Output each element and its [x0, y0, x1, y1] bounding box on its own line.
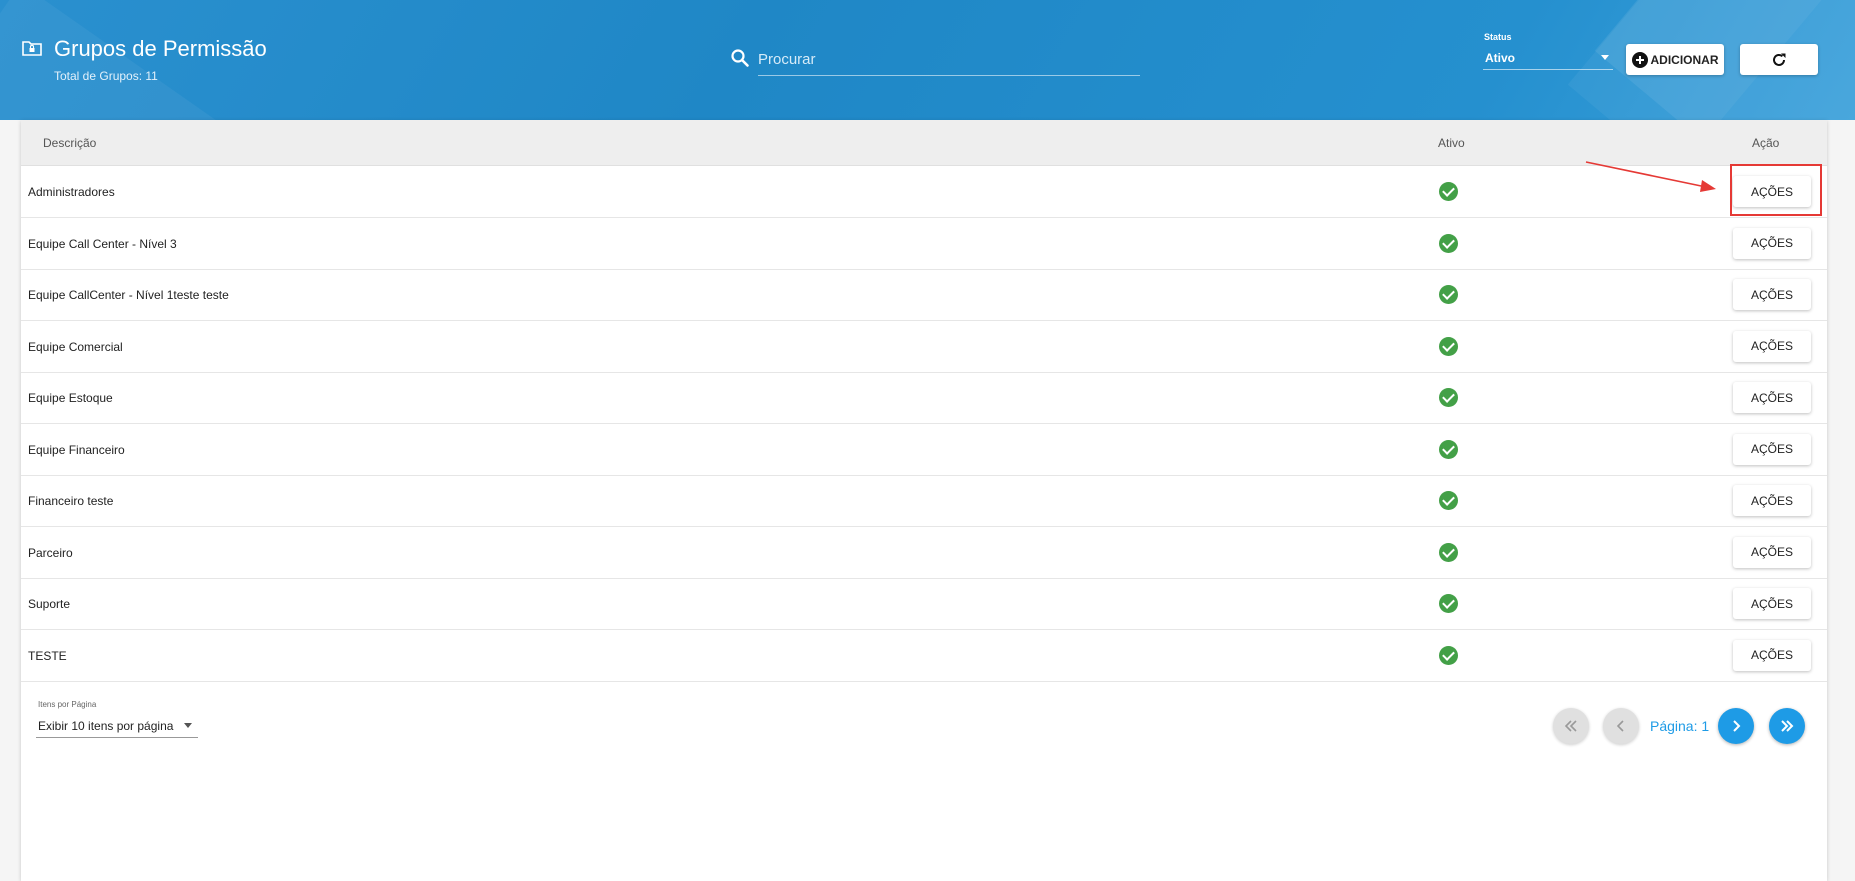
status-select[interactable]: Ativo — [1483, 46, 1613, 70]
table-row: Equipe CallCenter - Nível 1teste teste AÇ… — [21, 269, 1827, 321]
status-filter: Status Ativo — [1483, 32, 1613, 72]
double-chevron-left-icon — [1564, 720, 1577, 732]
previous-page-button[interactable] — [1603, 708, 1639, 744]
table-row: Equipe Financeiro AÇÕES — [21, 424, 1827, 476]
table-row: Equipe Estoque AÇÕES — [21, 372, 1827, 424]
active-check-icon — [1439, 233, 1458, 253]
actions-button[interactable]: AÇÕES — [1733, 433, 1811, 465]
group-description: Equipe Call Center - Nível 3 — [28, 236, 177, 251]
actions-button[interactable]: AÇÕES — [1733, 485, 1811, 516]
search-input[interactable] — [758, 44, 1140, 76]
active-check-icon — [1439, 594, 1458, 613]
column-header-acao: Ação — [1752, 136, 1780, 150]
table-row: Suporte AÇÕES — [21, 578, 1827, 630]
next-page-button[interactable] — [1718, 708, 1754, 744]
chevron-left-icon — [1616, 720, 1624, 732]
add-button-label: ADICIONAR — [1650, 52, 1719, 67]
add-button[interactable]: ADICIONAR — [1626, 44, 1724, 75]
items-per-page-label: Itens por Página — [38, 700, 97, 709]
items-per-page-value: Exibir 10 itens por página — [38, 719, 174, 733]
add-circle-icon — [1631, 51, 1648, 68]
page-subtitle: Total de Grupos: 11 — [54, 69, 158, 83]
group-description: Administradores — [28, 185, 115, 199]
active-check-icon — [1439, 388, 1458, 407]
group-description: Financeiro teste — [28, 494, 114, 508]
active-check-icon — [1439, 491, 1458, 510]
group-description: Equipe Comercial — [28, 339, 123, 354]
actions-button[interactable]: AÇÕES — [1733, 330, 1811, 362]
table-row: Equipe Call Center - Nível 3 AÇÕES — [21, 218, 1827, 270]
group-description: Suporte — [28, 597, 71, 611]
items-per-page-select[interactable]: Exibir 10 itens por página — [36, 712, 198, 738]
table-header: Descrição Ativo Ação — [21, 120, 1827, 166]
group-description: TESTE — [28, 648, 67, 663]
group-description: Parceiro — [28, 545, 73, 560]
active-check-icon — [1439, 439, 1458, 459]
column-header-ativo: Ativo — [1438, 136, 1465, 150]
annotation-highlight-box — [1730, 164, 1822, 216]
status-value: Ativo — [1485, 51, 1515, 65]
active-check-icon — [1439, 285, 1458, 304]
actions-button[interactable]: AÇÕES — [1733, 588, 1811, 619]
page-title: Grupos de Permissão — [54, 36, 267, 61]
table-row: Equipe Comercial AÇÕES — [21, 321, 1827, 373]
active-check-icon — [1439, 645, 1458, 665]
last-page-button[interactable] — [1769, 708, 1805, 744]
chevron-right-icon — [1733, 720, 1741, 732]
table-row: Administradores AÇÕES — [21, 166, 1827, 218]
status-label: Status — [1484, 32, 1512, 42]
refresh-button[interactable] — [1740, 44, 1818, 75]
group-description: Equipe Financeiro — [28, 442, 125, 457]
group-description: Equipe CallCenter - Nível 1teste teste — [28, 288, 229, 302]
groups-table-panel: Descrição Ativo Ação Administradores AÇÕE… — [21, 120, 1827, 881]
actions-button[interactable]: AÇÕES — [1733, 639, 1811, 671]
table-row: Parceiro AÇÕES — [21, 527, 1827, 579]
caret-down-icon — [184, 723, 192, 728]
active-check-icon — [1439, 336, 1458, 356]
column-header-descricao: Descrição — [43, 136, 97, 150]
actions-button[interactable]: AÇÕES — [1733, 536, 1811, 568]
search-bar — [730, 44, 1140, 78]
group-description: Equipe Estoque — [28, 391, 113, 405]
first-page-button[interactable] — [1553, 708, 1589, 744]
double-chevron-right-icon — [1781, 720, 1794, 732]
active-check-icon — [1439, 182, 1458, 201]
caret-down-icon — [1601, 55, 1609, 60]
annotation-arrow — [1585, 161, 1716, 192]
refresh-icon — [1773, 53, 1786, 66]
actions-button[interactable]: AÇÕES — [1733, 279, 1811, 310]
table-row: Financeiro teste AÇÕES — [21, 475, 1827, 527]
actions-button[interactable]: AÇÕES — [1733, 382, 1811, 413]
current-page-label: Página: 1 — [1650, 718, 1710, 734]
actions-button[interactable]: AÇÕES — [1733, 227, 1811, 259]
active-check-icon — [1439, 542, 1458, 562]
search-icon — [731, 49, 749, 67]
folder-lock-icon — [22, 41, 42, 56]
table-row: TESTE AÇÕES — [21, 630, 1827, 682]
